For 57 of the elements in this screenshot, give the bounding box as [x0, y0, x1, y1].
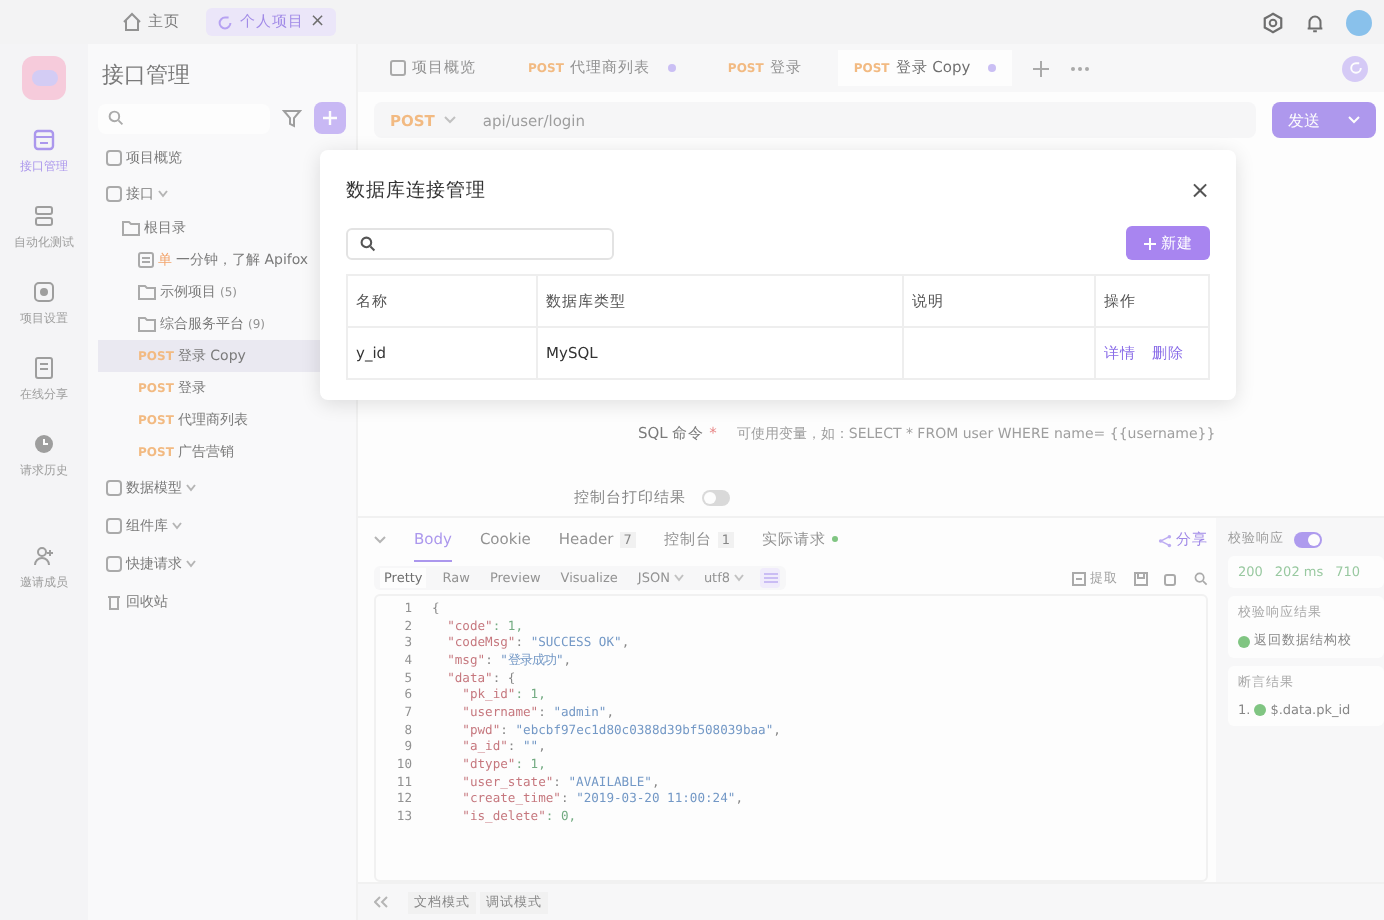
lines-icon	[763, 572, 778, 584]
nav-icon	[32, 204, 56, 228]
caret-icon	[673, 574, 684, 582]
trash-icon	[106, 593, 122, 609]
square-icon	[106, 517, 122, 533]
search-field[interactable]	[346, 227, 614, 259]
caret-icon	[172, 521, 182, 529]
folder-icon	[122, 220, 140, 236]
square-icon	[106, 150, 122, 166]
search-field[interactable]	[98, 103, 270, 133]
collapse-icon[interactable]	[374, 896, 388, 908]
plus-icon	[1143, 237, 1155, 249]
search-icon	[108, 110, 124, 126]
nav-icon	[32, 356, 56, 380]
settings-icon[interactable]	[1262, 11, 1284, 33]
app-logo	[22, 56, 66, 100]
filter-icon[interactable]	[282, 108, 302, 128]
nav-icon	[32, 432, 56, 456]
check-icon	[1238, 635, 1250, 647]
caret-icon	[158, 189, 168, 197]
refresh-icon	[1347, 60, 1363, 76]
square-icon	[390, 60, 406, 76]
plus-icon[interactable]	[1032, 59, 1051, 77]
check-icon	[1254, 704, 1267, 716]
search-icon[interactable]	[1194, 571, 1208, 585]
save-icon[interactable]	[1134, 571, 1148, 585]
caret-icon	[186, 559, 196, 567]
refresh-icon	[216, 13, 234, 31]
caret-icon	[186, 483, 196, 491]
caret-icon[interactable]	[374, 536, 386, 544]
panel-title: 接口管理	[100, 60, 192, 92]
search-icon	[360, 235, 376, 251]
wrap-button[interactable]	[760, 568, 781, 588]
nav-icon	[32, 544, 56, 568]
add-button[interactable]	[314, 102, 346, 134]
caret-icon	[444, 116, 457, 124]
share-icon	[1158, 533, 1172, 547]
send-button[interactable]: 发送	[1272, 102, 1376, 138]
close-button[interactable]: ×	[1189, 176, 1210, 204]
document-icon	[138, 252, 154, 268]
toggle-switch[interactable]	[702, 490, 730, 506]
caret-icon	[1348, 116, 1360, 124]
box-icon	[1072, 571, 1086, 585]
more-icon[interactable]	[1070, 65, 1091, 71]
nav-icon	[32, 280, 56, 304]
home-icon	[122, 12, 142, 32]
caret-icon	[734, 574, 745, 582]
toggle-switch[interactable]	[1294, 531, 1322, 547]
square-icon	[106, 185, 122, 201]
sync-button[interactable]	[1342, 55, 1368, 81]
avatar[interactable]	[1346, 9, 1372, 35]
plus-icon	[322, 110, 338, 126]
nav-icon	[32, 128, 56, 152]
dialog-title: 数据库连接管理	[346, 177, 486, 203]
square-icon	[106, 555, 122, 571]
bell-icon[interactable]	[1304, 11, 1326, 33]
square-icon	[106, 479, 122, 495]
